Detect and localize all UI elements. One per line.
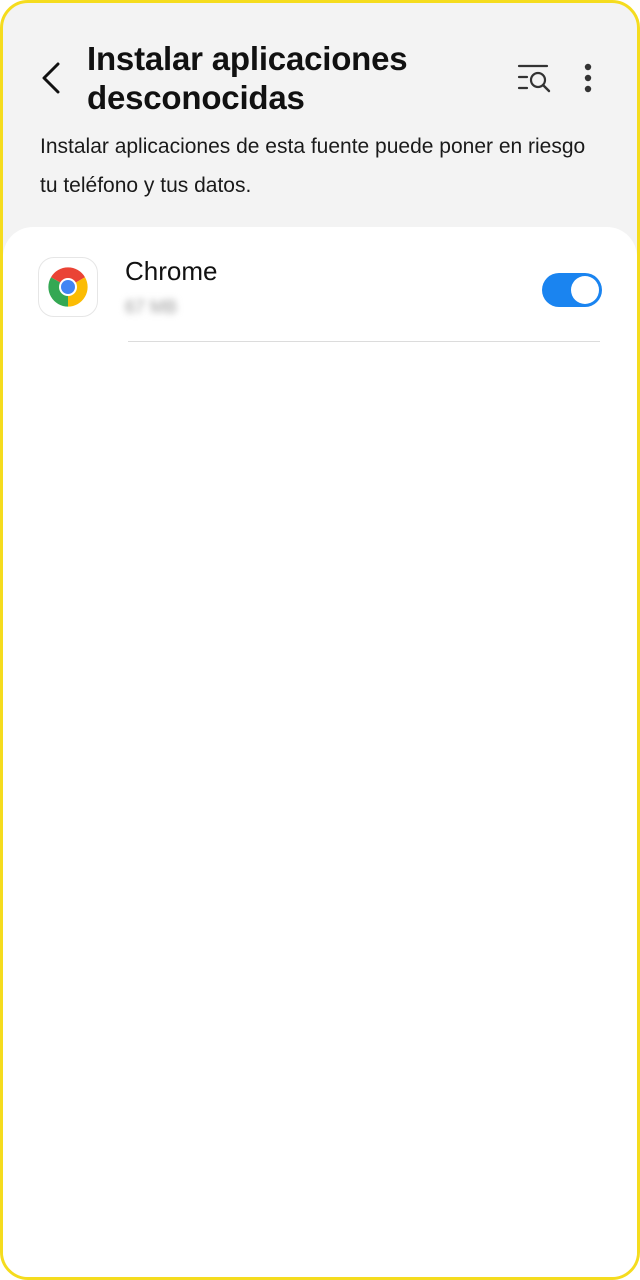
more-options-button[interactable]: [571, 57, 605, 99]
allow-install-toggle[interactable]: [542, 273, 602, 307]
app-size: 67 MB: [125, 297, 178, 317]
back-button[interactable]: [29, 55, 73, 101]
app-list: Chrome 67 MB: [3, 227, 637, 1277]
chevron-left-icon: [42, 62, 60, 94]
screen: Instalar aplicaciones desconocidas Insta…: [0, 0, 640, 1280]
list-item-chrome[interactable]: Chrome 67 MB: [3, 227, 637, 343]
toggle-knob: [571, 276, 599, 304]
page-title: Instalar aplicaciones desconocidas: [87, 40, 408, 116]
warning-description: Instalar aplicaciones de esta fuente pue…: [40, 135, 586, 197]
app-name: Chrome: [125, 256, 218, 286]
header: Instalar aplicaciones desconocidas Insta…: [3, 3, 637, 227]
search-list-icon: [517, 64, 551, 93]
divider: [128, 341, 600, 342]
search-button[interactable]: [511, 57, 559, 99]
more-vertical-icon: [584, 63, 592, 93]
chrome-icon: [38, 257, 98, 317]
